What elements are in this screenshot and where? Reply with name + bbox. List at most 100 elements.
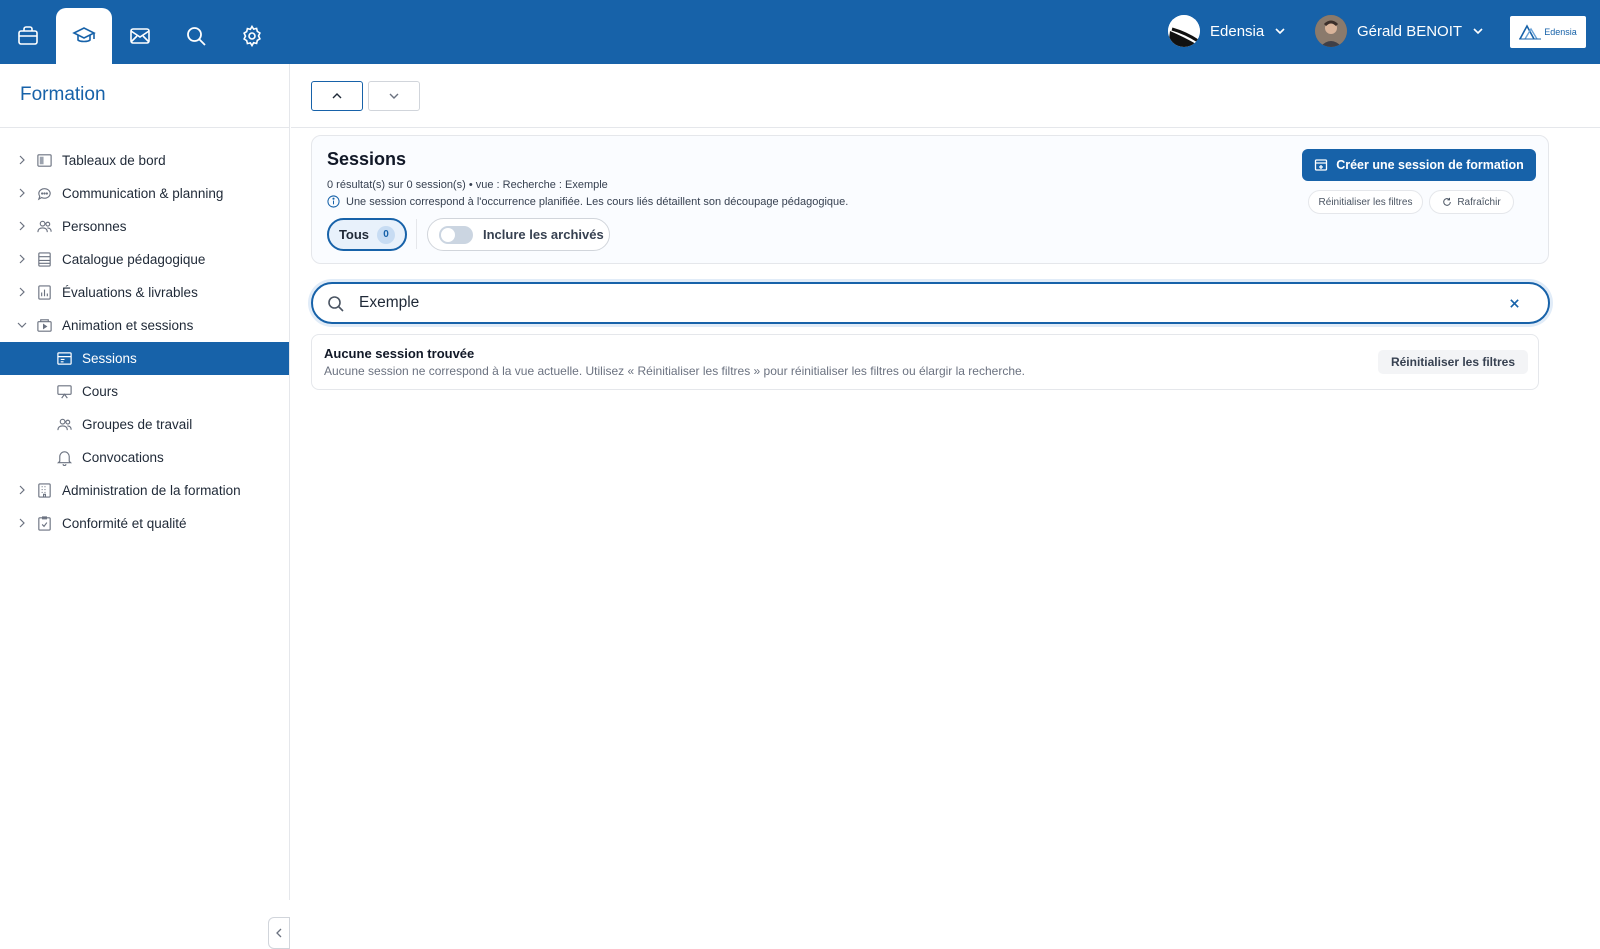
chevron-right-icon	[19, 155, 25, 165]
add-calendar-icon	[1315, 159, 1328, 171]
sidebar: Formation Tableaux de bord Communication…	[0, 64, 290, 949]
brand-logo: Edensia	[1510, 16, 1586, 48]
chevron-down-icon	[1473, 28, 1483, 35]
chevron-right-icon	[19, 485, 25, 495]
sidebar-item-label: Animation et sessions	[62, 318, 194, 333]
empty-state-description: Aucune session ne correspond à la vue ac…	[324, 364, 1025, 378]
chevron-down-icon	[389, 93, 399, 99]
chevron-down-icon	[17, 322, 27, 328]
search-bar	[311, 282, 1550, 324]
move-up-button[interactable]	[311, 81, 363, 111]
sidebar-item-personnes[interactable]: Personnes	[0, 210, 289, 243]
filter-all-label: Tous	[338, 227, 370, 242]
divider	[416, 219, 417, 249]
create-session-button[interactable]: Créer une session de formation	[1302, 149, 1536, 181]
bell-icon	[56, 451, 73, 466]
sidebar-item-label: Évaluations & livrables	[62, 285, 198, 300]
sidebar-item-administration-formation[interactable]: Administration de la formation	[0, 474, 289, 507]
refresh-icon	[1443, 197, 1452, 206]
brand-mark-icon	[1519, 24, 1542, 40]
tab-messages[interactable]	[112, 8, 168, 64]
sidebar-item-groupes-de-travail[interactable]: Groupes de travail	[0, 408, 289, 441]
group-icon	[57, 418, 72, 431]
results-summary: 0 résultat(s) sur 0 session(s) • vue : R…	[327, 179, 608, 191]
filter-all-count: 0	[377, 225, 396, 244]
sidebar-item-label: Conformité et qualité	[62, 516, 187, 531]
tab-settings[interactable]	[224, 8, 280, 64]
sidebar-item-label: Communication & planning	[62, 186, 224, 201]
chat-icon	[37, 188, 51, 201]
tab-formation[interactable]	[56, 8, 112, 64]
organization-switcher[interactable]: Edensia	[1168, 14, 1286, 48]
tab-portfolio[interactable]	[0, 8, 56, 64]
sidebar-item-label: Administration de la formation	[62, 483, 241, 498]
brand-text: Edensia	[1544, 27, 1577, 37]
top-navigation-bar: Edensia Gérald BENOIT Edensia	[0, 0, 1600, 64]
sidebar-title: Formation	[0, 64, 289, 128]
refresh-button[interactable]: Rafraîchir	[1429, 190, 1514, 214]
reset-filters-button[interactable]: Réinitialiser les filtres	[1308, 190, 1423, 214]
mail-icon	[130, 28, 150, 44]
collapse-sidebar-button[interactable]	[268, 917, 290, 949]
chevron-right-icon	[19, 254, 25, 264]
user-name: Gérald BENOIT	[1357, 22, 1463, 40]
people-icon	[37, 220, 52, 233]
search-input[interactable]	[359, 292, 1459, 314]
page-title: Sessions	[327, 149, 407, 169]
move-down-button[interactable]	[368, 81, 420, 111]
info-text: Une session correspond à l'occurrence pl…	[346, 195, 849, 208]
sidebar-item-evaluations-livrables[interactable]: Évaluations & livrables	[0, 276, 289, 309]
reset-filters-label: Réinitialiser les filtres	[1318, 196, 1413, 208]
empty-state-title: Aucune session trouvée	[324, 346, 475, 361]
sidebar-item-communication-planning[interactable]: Communication & planning	[0, 177, 289, 210]
sidebar-item-label: Convocations	[82, 450, 164, 465]
chevron-right-icon	[19, 188, 25, 198]
sidebar-item-label: Cours	[82, 384, 119, 399]
animation-icon	[37, 319, 52, 332]
calendar-icon	[57, 352, 72, 365]
toggle-switch[interactable]	[439, 225, 473, 244]
clipboard-check-icon	[38, 516, 51, 531]
chevron-up-icon	[332, 93, 342, 99]
include-archived-label: Inclure les archivés	[483, 227, 604, 242]
chevron-right-icon	[19, 221, 25, 231]
sidebar-item-label: Catalogue pédagogique	[62, 252, 206, 267]
sidebar-item-animation-sessions[interactable]: Animation et sessions	[0, 309, 289, 342]
organization-name: Edensia	[1210, 22, 1265, 40]
dashboard-icon	[37, 154, 52, 167]
sidebar-item-label: Groupes de travail	[82, 417, 193, 432]
empty-reset-filters-button[interactable]: Réinitialiser les filtres	[1378, 350, 1528, 374]
evaluation-icon	[38, 285, 51, 300]
gear-icon	[243, 24, 261, 48]
building-icon	[38, 483, 51, 498]
create-session-label: Créer une session de formation	[1336, 158, 1524, 172]
sidebar-item-convocations[interactable]: Convocations	[0, 441, 289, 474]
clear-search-button[interactable]	[1505, 294, 1523, 312]
catalog-icon	[38, 252, 51, 267]
search-icon	[328, 296, 344, 312]
sidebar-item-conformite-qualite[interactable]: Conformité et qualité	[0, 507, 289, 540]
sidebar-item-sessions[interactable]: Sessions	[0, 342, 289, 375]
info-icon	[327, 195, 340, 208]
presentation-icon	[57, 385, 72, 399]
sidebar-item-catalogue-pedagogique[interactable]: Catalogue pédagogique	[0, 243, 289, 276]
sidebar-menu: Tableaux de bord Communication & plannin…	[0, 128, 289, 540]
include-archived-toggle[interactable]: Inclure les archivés	[427, 218, 610, 251]
sidebar-item-cours[interactable]: Cours	[0, 375, 289, 408]
graduation-cap-icon	[72, 27, 96, 43]
sidebar-item-tableaux-de-bord[interactable]: Tableaux de bord	[0, 144, 289, 177]
chevron-left-icon	[276, 928, 282, 938]
briefcase-icon	[18, 26, 38, 45]
tab-search[interactable]	[168, 8, 224, 64]
close-icon	[1509, 298, 1519, 308]
user-menu[interactable]: Gérald BENOIT	[1315, 14, 1484, 48]
filter-all-chip[interactable]: Tous 0	[327, 218, 407, 251]
organization-logo	[1168, 15, 1200, 47]
sidebar-item-label: Personnes	[62, 219, 127, 234]
chevron-right-icon	[19, 287, 25, 297]
avatar	[1315, 15, 1347, 47]
sidebar-item-label: Tableaux de bord	[62, 153, 166, 168]
info-note: Une session correspond à l'occurrence pl…	[327, 195, 848, 208]
sidebar-item-label: Sessions	[82, 351, 137, 366]
search-icon	[187, 27, 206, 46]
